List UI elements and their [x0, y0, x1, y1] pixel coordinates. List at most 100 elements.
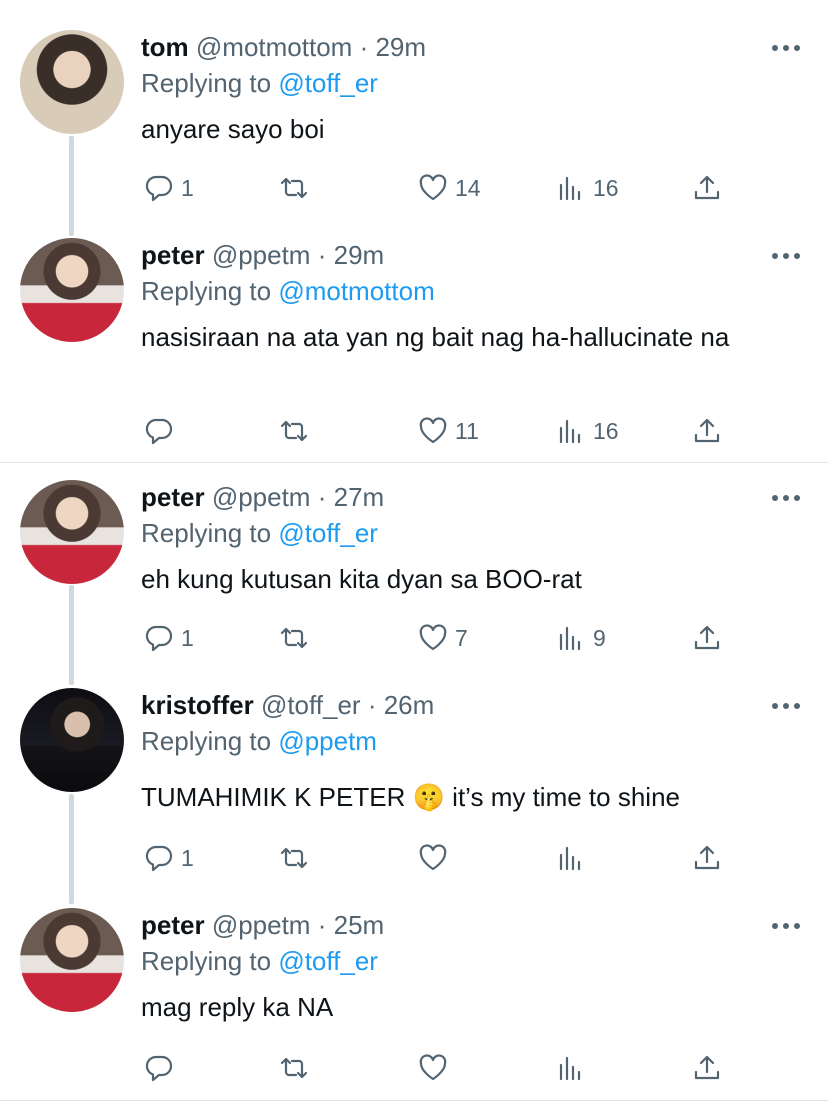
timestamp[interactable]: 26m — [384, 690, 435, 720]
like-button[interactable] — [417, 1048, 455, 1088]
username[interactable]: @toff_er — [261, 690, 361, 720]
heart-icon — [419, 417, 447, 444]
username[interactable]: @motmottom — [196, 32, 352, 62]
avatar[interactable] — [20, 480, 124, 584]
like-button[interactable]: 7 — [417, 618, 468, 658]
display-name[interactable]: tom — [141, 32, 189, 62]
views-button[interactable]: 16 — [555, 168, 619, 208]
share-button[interactable] — [691, 618, 723, 658]
views-count: 16 — [593, 174, 619, 201]
tweet[interactable]: peter @ppetm · 25m Replying to @toff_er … — [0, 908, 828, 1098]
username[interactable]: @ppetm — [212, 910, 311, 940]
retweet-button[interactable] — [278, 1048, 316, 1088]
username[interactable]: @ppetm — [212, 240, 311, 270]
mention-link[interactable]: @toff_er — [278, 518, 378, 548]
reply-icon — [145, 1055, 173, 1082]
replying-to: Replying to @toff_er — [141, 516, 378, 550]
retweet-button[interactable] — [278, 618, 316, 658]
action-bar: 1 14 16 — [0, 168, 828, 208]
retweet-icon — [280, 1057, 308, 1079]
share-icon — [694, 175, 720, 200]
tweet[interactable]: peter @ppetm · 27m Replying to @toff_er … — [0, 480, 828, 670]
replying-to-label: Replying to — [141, 946, 272, 976]
retweet-button[interactable] — [278, 168, 316, 208]
display-name[interactable]: kristoffer — [141, 690, 254, 720]
share-button[interactable] — [691, 168, 723, 208]
views-icon — [559, 176, 581, 201]
replying-to: Replying to @ppetm — [141, 724, 377, 758]
more-icon[interactable] — [772, 488, 800, 508]
avatar[interactable] — [20, 238, 124, 342]
reply-button[interactable]: 1 — [143, 618, 194, 658]
more-icon[interactable] — [772, 916, 800, 936]
username[interactable]: @ppetm — [212, 482, 311, 512]
like-count: 14 — [455, 174, 481, 201]
tweet[interactable]: kristoffer @toff_er · 26m Replying to @p… — [0, 688, 828, 898]
like-count: 11 — [455, 417, 479, 444]
tweet-text: nasisiraan na ata yan ng bait nag ha-hal… — [141, 322, 730, 352]
timestamp[interactable]: 25m — [334, 910, 385, 940]
mention-link[interactable]: @ppetm — [278, 726, 377, 756]
action-bar: 1 7 9 — [0, 618, 828, 658]
tweet-text: TUMAHIMIK K PETER 🤫 it’s my time to shin… — [141, 782, 680, 812]
views-button[interactable]: 9 — [555, 618, 606, 658]
tweet[interactable]: peter @ppetm · 29m Replying to @motmotto… — [0, 238, 828, 458]
avatar[interactable] — [20, 688, 124, 792]
reply-icon — [145, 175, 173, 202]
tweet-text: eh kung kutusan kita dyan sa BOO-rat — [141, 564, 582, 594]
reply-button[interactable] — [143, 1048, 181, 1088]
views-button[interactable] — [555, 838, 593, 878]
tweet-header: tom @motmottom · 29m — [141, 30, 426, 64]
more-icon[interactable] — [772, 246, 800, 266]
heart-icon — [419, 174, 447, 201]
views-button[interactable]: 16 — [555, 411, 619, 451]
retweet-icon — [280, 847, 308, 869]
views-button[interactable] — [555, 1048, 593, 1088]
share-button[interactable] — [691, 838, 723, 878]
tweet-header: peter @ppetm · 25m — [141, 908, 384, 942]
share-icon — [694, 625, 720, 650]
share-button[interactable] — [691, 1048, 723, 1088]
tweet[interactable]: tom @motmottom · 29m Replying to @toff_e… — [0, 30, 828, 220]
reply-count: 1 — [181, 624, 194, 651]
heart-icon — [419, 844, 447, 871]
timestamp[interactable]: 29m — [375, 32, 426, 62]
separator: · — [317, 482, 327, 512]
heart-icon — [419, 1054, 447, 1081]
views-count: 9 — [593, 624, 606, 651]
display-name[interactable]: peter — [141, 910, 205, 940]
display-name[interactable]: peter — [141, 482, 205, 512]
action-bar — [0, 1048, 828, 1088]
mention-link[interactable]: @toff_er — [278, 946, 378, 976]
replying-to: Replying to @toff_er — [141, 944, 378, 978]
like-button[interactable]: 11 — [417, 411, 479, 451]
action-bar: 1 — [0, 838, 828, 878]
mention-link[interactable]: @motmottom — [278, 276, 434, 306]
avatar[interactable] — [20, 908, 124, 1012]
more-icon[interactable] — [772, 696, 800, 716]
reply-icon — [145, 845, 173, 872]
like-button[interactable]: 14 — [417, 168, 481, 208]
separator: · — [317, 240, 327, 270]
retweet-button[interactable] — [278, 838, 316, 878]
like-button[interactable] — [417, 838, 455, 878]
avatar[interactable] — [20, 30, 124, 134]
reply-button[interactable] — [143, 411, 181, 451]
timestamp[interactable]: 29m — [334, 240, 385, 270]
reply-button[interactable]: 1 — [143, 168, 194, 208]
action-bar: 11 16 — [0, 411, 828, 451]
reply-button[interactable]: 1 — [143, 838, 194, 878]
share-icon — [694, 845, 720, 870]
replying-to-label: Replying to — [141, 276, 272, 306]
more-icon[interactable] — [772, 38, 800, 58]
display-name[interactable]: peter — [141, 240, 205, 270]
retweet-button[interactable] — [278, 411, 316, 451]
timestamp[interactable]: 27m — [334, 482, 385, 512]
reply-count: 1 — [181, 844, 194, 871]
replying-to: Replying to @motmottom — [141, 274, 435, 308]
share-button[interactable] — [691, 411, 723, 451]
divider — [0, 1100, 828, 1101]
replying-to-label: Replying to — [141, 68, 272, 98]
views-icon — [559, 626, 581, 651]
mention-link[interactable]: @toff_er — [278, 68, 378, 98]
